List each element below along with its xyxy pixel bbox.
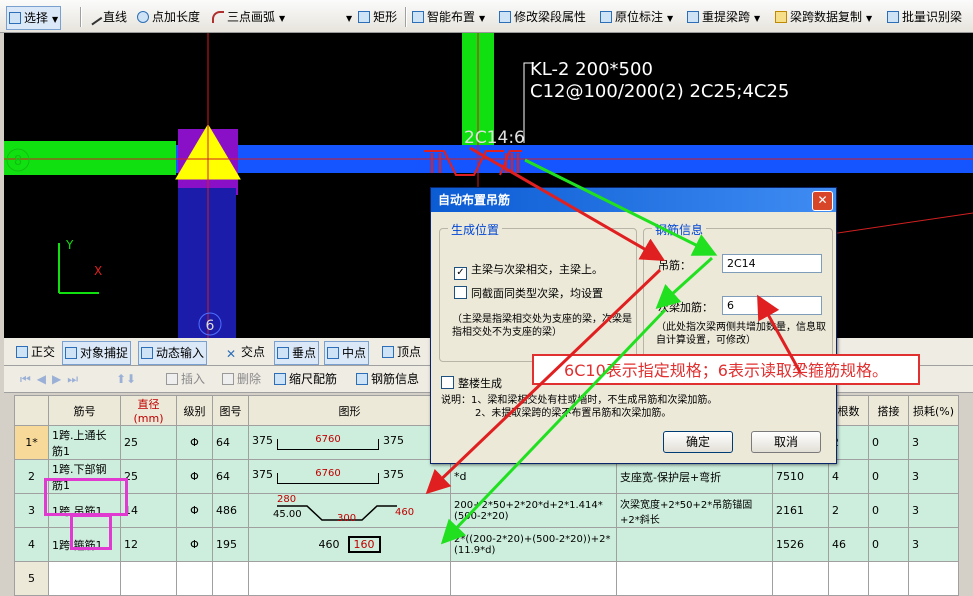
modify-beam-attr-button[interactable]: 修改梁段属性 xyxy=(497,6,588,28)
identify-icon xyxy=(887,11,899,23)
position-note: （主梁是指梁相交处为支座的梁，次梁是指相交处不为支座的梁） xyxy=(452,314,632,338)
move-buttons[interactable]: ⬆⬇ xyxy=(114,368,138,390)
stirrup-label: 次梁加筋： xyxy=(658,301,713,314)
span-icon xyxy=(687,11,699,23)
position-group: 生成位置 ✓ 主梁与次梁相交，主梁上。 同截面同类型次梁，均设置 （主梁是指梁相交… xyxy=(439,221,637,362)
snap-icon xyxy=(65,347,77,359)
hanger-label: 2C14:6 xyxy=(464,128,525,148)
dialog-description: 说明：1、梁和梁相交处有柱或墙时，不生成吊筋和次梁加筋。 2、未提取梁跨的梁不布… xyxy=(441,395,718,419)
checkbox-icon[interactable] xyxy=(454,286,467,299)
cancel-button[interactable]: 取消 xyxy=(751,431,821,453)
hanger-label: 吊筋： xyxy=(658,259,691,272)
rectangle-button[interactable]: ▼ 矩形 xyxy=(340,6,399,28)
rebar-info-group: 钢筋信息 吊筋： 2C14 次梁加筋： 6 （此处指次梁两侧共增加数量，信息取自… xyxy=(643,221,833,362)
col-header-name[interactable]: 筋号 xyxy=(48,395,121,426)
dynamic-input-button[interactable]: 动态输入 xyxy=(138,341,208,365)
rebar-note: （此处指次梁两侧共增加数量，信息取自计算设置，可修改） xyxy=(656,322,826,346)
beam-label-line1: KL-2 200*500 xyxy=(530,59,653,80)
rebar-info-group-title: 钢筋信息 xyxy=(652,221,707,238)
highlight-hanger-row xyxy=(44,478,128,516)
info-icon xyxy=(356,373,368,385)
insert-button[interactable]: 插入 xyxy=(164,368,207,390)
ok-button[interactable]: 确定 xyxy=(663,431,733,453)
table-row[interactable]: 2 1跨.下部钢筋1 25 Φ 64 375 6760 375 *d 支座宽-保护层… xyxy=(14,459,959,494)
rectangle-icon xyxy=(358,11,371,23)
ucs-y-label: Y xyxy=(65,238,74,252)
line-icon xyxy=(85,8,103,26)
line-button[interactable]: 直线 xyxy=(85,6,129,28)
vertex-snap-button[interactable]: 顶点 xyxy=(380,341,423,363)
table-row[interactable]: 4 1跨.箍筋1 12 Φ 195 460 160 2*((200-2*20)+(… xyxy=(14,527,959,562)
ucs-x-label: X xyxy=(94,264,102,278)
annotation-callout: 6C10表示指定规格；6表示读取梁箍筋规格。 xyxy=(532,354,920,385)
select-button[interactable]: 选择 ▼ xyxy=(6,6,62,30)
checkbox-icon[interactable] xyxy=(441,376,454,389)
col-header-figno[interactable]: 图号 xyxy=(212,395,249,426)
highlight-stirrup-row xyxy=(70,514,112,550)
pencil-icon xyxy=(600,11,612,23)
in-situ-label-button[interactable]: 原位标注 ▼ xyxy=(598,6,675,28)
cross-icon: ✕ xyxy=(226,347,237,361)
ortho-icon xyxy=(16,346,28,358)
midpoint-icon xyxy=(327,347,339,359)
pointer-icon xyxy=(9,12,21,24)
blue-beam-vertical xyxy=(178,188,236,338)
grid-icon xyxy=(412,11,424,23)
perpendicular-icon xyxy=(277,347,289,359)
close-button[interactable]: ✕ xyxy=(812,191,833,211)
rebar-info-button[interactable]: 钢筋信息 xyxy=(354,368,421,390)
intersection-snap-button[interactable]: ✕ 交点 xyxy=(224,341,267,363)
stirrup-input[interactable]: 6 xyxy=(722,296,822,315)
point-length-icon xyxy=(137,11,149,23)
shape-cell[interactable]: 375 6760 375 xyxy=(248,425,451,460)
midpoint-snap-button[interactable]: 中点 xyxy=(324,341,370,365)
col-header-loss[interactable]: 损耗(%) xyxy=(908,395,959,426)
col-header-lap[interactable]: 搭接 xyxy=(868,395,909,426)
shape-cell[interactable]: 375 6760 375 xyxy=(248,459,451,494)
object-snap-button[interactable]: 对象捕捉 xyxy=(62,341,132,365)
dynamic-input-icon xyxy=(141,347,153,359)
arc-icon xyxy=(212,11,224,23)
pentagon-icon xyxy=(382,346,394,358)
auto-hanger-dialog: 自动布置吊筋 ✕ 生成位置 ✓ 主梁与次梁相交，主梁上。 同截面同类型次梁，均设置… xyxy=(430,187,837,464)
insert-icon xyxy=(166,373,178,385)
delete-button[interactable]: 删除 xyxy=(220,368,263,390)
scale-icon xyxy=(274,373,286,385)
nav-buttons[interactable]: ⏮◀▶⏭ xyxy=(18,368,86,390)
smart-layout-button[interactable]: 智能布置 ▼ xyxy=(410,6,487,28)
shape-cell-stirrup[interactable]: 460 160 xyxy=(248,527,451,562)
refetch-span-button[interactable]: 重提梁跨 ▼ xyxy=(685,6,762,28)
three-point-arc-button[interactable]: 三点画弧 ▼ xyxy=(210,6,287,28)
delete-icon xyxy=(222,373,234,385)
option-same-section[interactable]: 同截面同类型次梁，均设置 xyxy=(454,285,603,301)
col-header-shape[interactable]: 图形 xyxy=(248,395,451,426)
edit-icon xyxy=(499,11,511,23)
col-header-grade[interactable]: 级别 xyxy=(176,395,213,426)
table-row[interactable]: 3 1跨.吊筋1 14 Φ 486 280 45.00 300 460 200+… xyxy=(14,493,959,528)
checkbox-checked-icon[interactable]: ✓ xyxy=(454,267,467,280)
position-group-title: 生成位置 xyxy=(448,221,503,238)
axis-label-6: 6 xyxy=(206,318,215,334)
copy-span-data-button[interactable]: 梁跨数据复制 ▼ xyxy=(773,6,874,28)
beam-label-line2: C12@100/200(2) 2C25;4C25 xyxy=(530,81,789,102)
main-toolbar: 选择 ▼ 直线 点加长度 三点画弧 ▼ ▼ 矩形 智能布置 ▼ 修改梁段属性 原位标注 ▼… xyxy=(0,0,973,33)
point-length-button[interactable]: 点加长度 xyxy=(135,6,202,28)
option-main-secondary[interactable]: ✓ 主梁与次梁相交，主梁上。 xyxy=(454,261,603,280)
batch-identify-button[interactable]: 批量识别梁 xyxy=(885,6,964,28)
table-row[interactable]: 5 xyxy=(14,561,959,596)
dialog-title: 自动布置吊筋 xyxy=(431,188,836,212)
perpendicular-snap-button[interactable]: 垂点 xyxy=(274,341,320,365)
hanger-input[interactable]: 2C14 xyxy=(722,254,822,273)
whole-building-option[interactable]: 整楼生成 xyxy=(441,375,502,391)
brush-icon xyxy=(775,11,787,23)
ortho-button[interactable]: 正交 xyxy=(14,341,57,363)
green-beam-horizontal xyxy=(4,141,176,175)
shape-cell-hanger[interactable]: 280 45.00 300 460 xyxy=(248,493,451,528)
scale-rebar-button[interactable]: 缩尺配筋 xyxy=(272,368,339,390)
axis-label-8: 8 xyxy=(14,154,22,169)
col-header-diameter[interactable]: 直径(mm) xyxy=(120,395,177,426)
